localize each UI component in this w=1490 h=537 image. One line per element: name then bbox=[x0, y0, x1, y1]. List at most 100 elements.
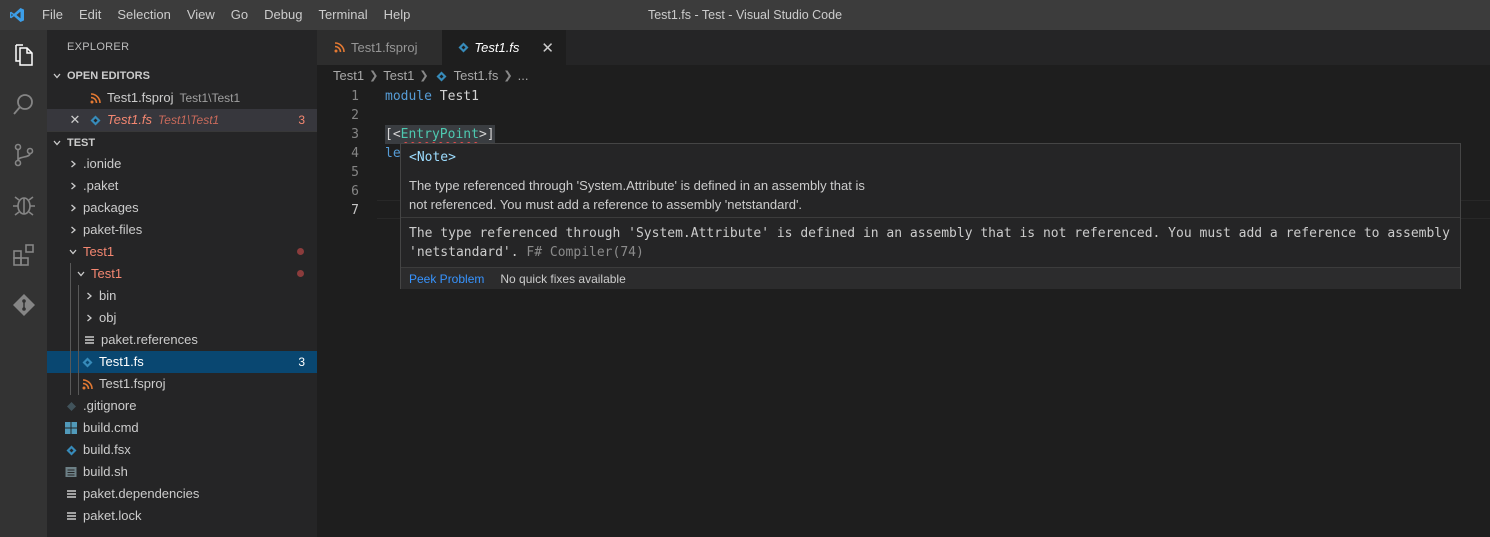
menu-terminal[interactable]: Terminal bbox=[310, 0, 375, 30]
open-editor-item[interactable]: ✕ Test1.fs Test1\Test1 3 bbox=[47, 109, 317, 131]
attr-open: [< bbox=[385, 127, 401, 142]
open-editor-item[interactable]: Test1.fsproj Test1\Test1 bbox=[47, 87, 317, 109]
tree-folder[interactable]: obj bbox=[47, 307, 317, 329]
workspace-header[interactable]: TEST bbox=[47, 131, 317, 153]
tree-file[interactable]: build.cmd bbox=[47, 417, 317, 439]
breadcrumb-item[interactable]: Test1 bbox=[383, 65, 414, 87]
error-dot bbox=[297, 270, 304, 277]
hover-documentation: The type referenced through 'System.Attr… bbox=[401, 172, 1460, 218]
tree-file[interactable]: paket.references bbox=[47, 329, 317, 351]
fsharp-file-icon bbox=[79, 354, 95, 370]
fsharp-file-icon bbox=[434, 68, 450, 84]
menu-go[interactable]: Go bbox=[223, 0, 256, 30]
menu-bar: File Edit Selection View Go Debug Termin… bbox=[34, 0, 418, 30]
breadcrumb-item[interactable]: Test1.fs bbox=[454, 65, 499, 87]
chevron-down-icon bbox=[47, 71, 67, 81]
menu-view[interactable]: View bbox=[179, 0, 223, 30]
keyword: module bbox=[385, 89, 432, 104]
fsharp-file-icon bbox=[456, 40, 470, 56]
tree-folder[interactable]: Test1 bbox=[47, 263, 317, 285]
menu-edit[interactable]: Edit bbox=[71, 0, 109, 30]
explorer-icon[interactable] bbox=[0, 30, 47, 80]
hover-tooltip: <Note> The type referenced through 'Syst… bbox=[400, 143, 1461, 289]
vscode-logo-icon bbox=[0, 0, 34, 30]
diagnostic-source: F# Compiler(74) bbox=[526, 245, 644, 260]
tab-test1-fs[interactable]: Test1.fs ✕ bbox=[442, 30, 566, 65]
line-number: 1 bbox=[351, 89, 359, 104]
tree-file[interactable]: build.sh bbox=[47, 461, 317, 483]
chevron-right-icon bbox=[63, 159, 83, 169]
menu-file[interactable]: File bbox=[34, 0, 71, 30]
tree-file[interactable]: paket.lock bbox=[47, 505, 317, 527]
hover-actions: Peek Problem No quick fixes available bbox=[401, 267, 1460, 289]
line-number: 3 bbox=[351, 127, 359, 142]
fsharp-file-icon bbox=[63, 442, 79, 458]
tree-file[interactable]: .gitignore bbox=[47, 395, 317, 417]
lines-file-icon bbox=[81, 332, 97, 348]
windows-file-icon bbox=[63, 420, 79, 436]
hover-signature: <Note> bbox=[409, 150, 456, 165]
chevron-right-icon bbox=[63, 181, 83, 191]
menu-help[interactable]: Help bbox=[376, 0, 419, 30]
lines-file-icon bbox=[63, 508, 79, 524]
extensions-icon[interactable] bbox=[0, 230, 47, 280]
search-icon[interactable] bbox=[0, 80, 47, 130]
hover-diagnostic: The type referenced through 'System.Attr… bbox=[409, 226, 1450, 260]
lines-file-icon bbox=[63, 486, 79, 502]
line-number: 7 bbox=[351, 203, 359, 218]
chevron-down-icon bbox=[47, 138, 67, 148]
attr-close: >] bbox=[478, 127, 495, 142]
chevron-right-icon bbox=[63, 225, 83, 235]
tree-file[interactable]: Test1.fsproj bbox=[47, 373, 317, 395]
tree-folder[interactable]: packages bbox=[47, 197, 317, 219]
rss-file-icon bbox=[87, 90, 103, 106]
no-quick-fixes-label: No quick fixes available bbox=[500, 272, 626, 286]
peek-problem-link[interactable]: Peek Problem bbox=[409, 268, 484, 289]
shell-file-icon bbox=[63, 464, 79, 480]
title-bar: File Edit Selection View Go Debug Termin… bbox=[0, 0, 1490, 30]
chevron-right-icon bbox=[79, 313, 99, 323]
code-text: le bbox=[385, 146, 401, 161]
tab-test1-fsproj[interactable]: Test1.fsproj bbox=[317, 30, 442, 65]
debug-icon[interactable] bbox=[0, 180, 47, 230]
tree-folder[interactable]: .ionide bbox=[47, 153, 317, 175]
chevron-right-icon: ❯ bbox=[503, 70, 513, 82]
line-number: 4 bbox=[351, 146, 359, 161]
code-line: 1 module Test1 bbox=[317, 87, 1490, 106]
explorer-sidebar: EXPLORER OPEN EDITORS Test1.fsproj Test1… bbox=[47, 30, 317, 537]
breadcrumb: Test1 ❯ Test1 ❯ Test1.fs ❯ ... bbox=[317, 65, 1490, 87]
chevron-down-icon bbox=[63, 247, 83, 257]
tree-folder[interactable]: paket-files bbox=[47, 219, 317, 241]
rss-file-icon bbox=[331, 40, 347, 56]
rss-file-icon bbox=[79, 376, 95, 392]
activity-bar bbox=[0, 30, 47, 537]
chevron-down-icon bbox=[71, 269, 91, 279]
source-control-icon[interactable] bbox=[0, 130, 47, 180]
fsharp-file-icon bbox=[87, 112, 103, 128]
entrypoint-attribute[interactable]: EntryPoint bbox=[401, 127, 479, 142]
tree-file[interactable]: build.fsx bbox=[47, 439, 317, 461]
chevron-right-icon: ❯ bbox=[369, 70, 379, 82]
chevron-right-icon bbox=[63, 203, 83, 213]
sidebar-title: EXPLORER bbox=[67, 41, 130, 53]
menu-debug[interactable]: Debug bbox=[256, 0, 310, 30]
line-number: 6 bbox=[351, 184, 359, 199]
code-line: 3 [<EntryPoint>] bbox=[317, 125, 1490, 144]
tree-folder[interactable]: Test1 bbox=[47, 241, 317, 263]
tree-folder[interactable]: .paket bbox=[47, 175, 317, 197]
close-icon[interactable]: ✕ bbox=[67, 112, 83, 128]
breadcrumb-item[interactable]: Test1 bbox=[333, 65, 364, 87]
tab-bar: Test1.fsproj Test1.fs ✕ bbox=[317, 30, 1490, 65]
gitignore-file-icon bbox=[63, 398, 79, 414]
tree-file[interactable]: paket.dependencies bbox=[47, 483, 317, 505]
open-editors-header[interactable]: OPEN EDITORS bbox=[47, 65, 317, 87]
git-lens-icon[interactable] bbox=[0, 280, 47, 330]
tree-file-selected[interactable]: Test1.fs 3 bbox=[47, 351, 317, 373]
error-dot bbox=[297, 248, 304, 255]
breadcrumb-item[interactable]: ... bbox=[518, 65, 529, 87]
close-icon[interactable]: ✕ bbox=[541, 39, 554, 57]
tree-folder[interactable]: bin bbox=[47, 285, 317, 307]
menu-selection[interactable]: Selection bbox=[109, 0, 178, 30]
module-name: Test1 bbox=[431, 89, 479, 104]
chevron-right-icon: ❯ bbox=[419, 70, 429, 82]
